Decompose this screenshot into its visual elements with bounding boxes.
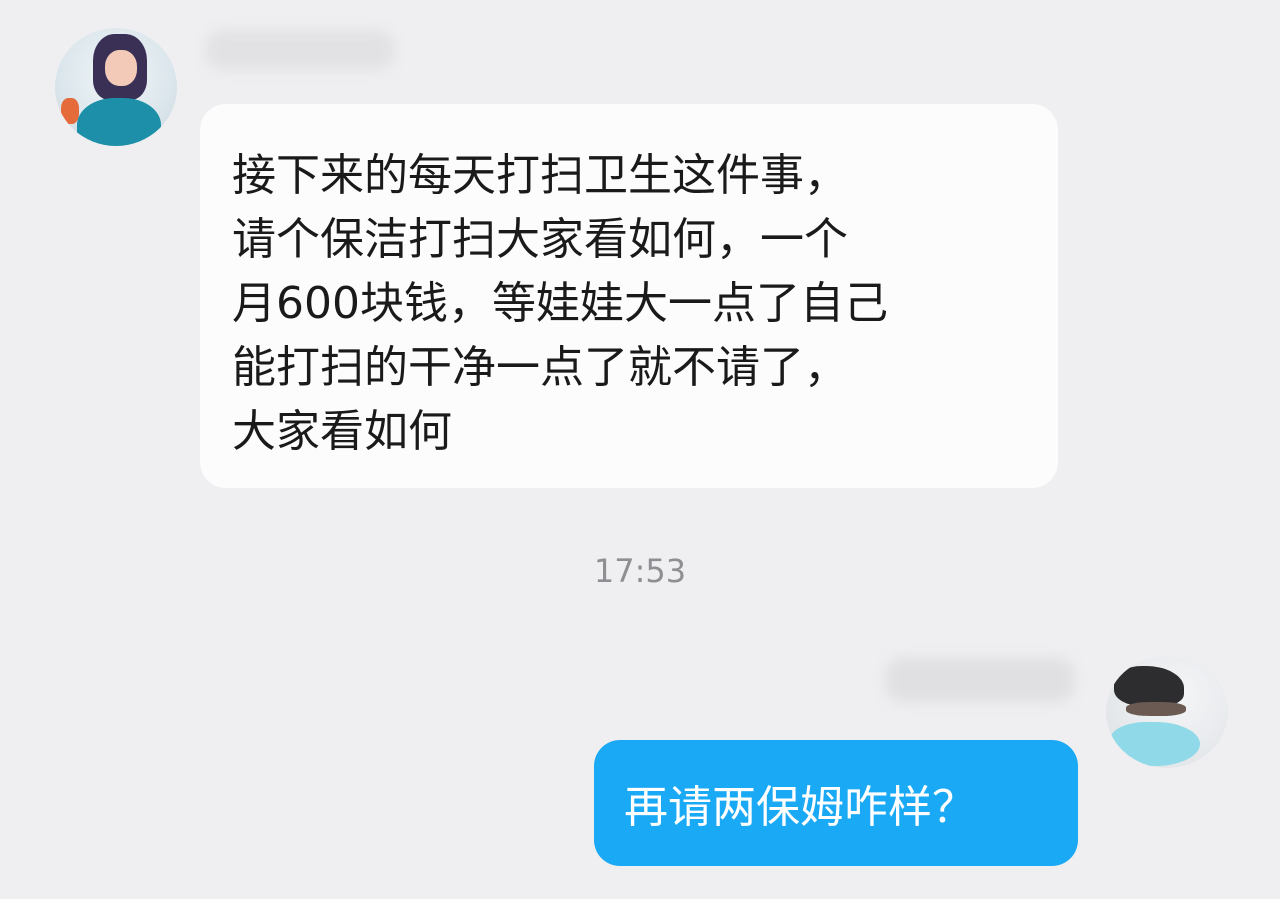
sender-avatar[interactable]	[55, 28, 177, 146]
sender-name-blurred	[205, 30, 395, 70]
message-line: 接下来的每天打扫卫生这件事，	[232, 150, 848, 201]
avatar-face	[105, 50, 137, 86]
avatar-mask	[1110, 722, 1200, 766]
outgoing-message-text: 再请两保姆咋样？	[624, 782, 976, 833]
message-line: 月600块钱，等娃娃大一点了自己	[232, 278, 888, 329]
message-line: 大家看如何	[232, 406, 452, 457]
message-timestamp: 17:53	[593, 552, 687, 590]
chat-view: 接下来的每天打扫卫生这件事， 请个保洁打扫大家看如何，一个 月600块钱，等娃娃…	[0, 0, 1280, 899]
message-line: 请个保洁打扫大家看如何，一个	[232, 214, 848, 265]
avatar-decoration	[61, 98, 79, 124]
avatar-hair	[1114, 666, 1184, 706]
avatar-eyes	[1126, 702, 1186, 716]
avatar-clothing	[77, 98, 161, 146]
receiver-avatar[interactable]	[1106, 656, 1228, 768]
incoming-message-bubble[interactable]: 接下来的每天打扫卫生这件事， 请个保洁打扫大家看如何，一个 月600块钱，等娃娃…	[200, 104, 1058, 488]
outgoing-message-bubble[interactable]: 再请两保姆咋样？	[594, 740, 1078, 866]
message-line: 能打扫的干净一点了就不请了，	[232, 342, 848, 393]
receiver-name-blurred	[885, 658, 1075, 702]
